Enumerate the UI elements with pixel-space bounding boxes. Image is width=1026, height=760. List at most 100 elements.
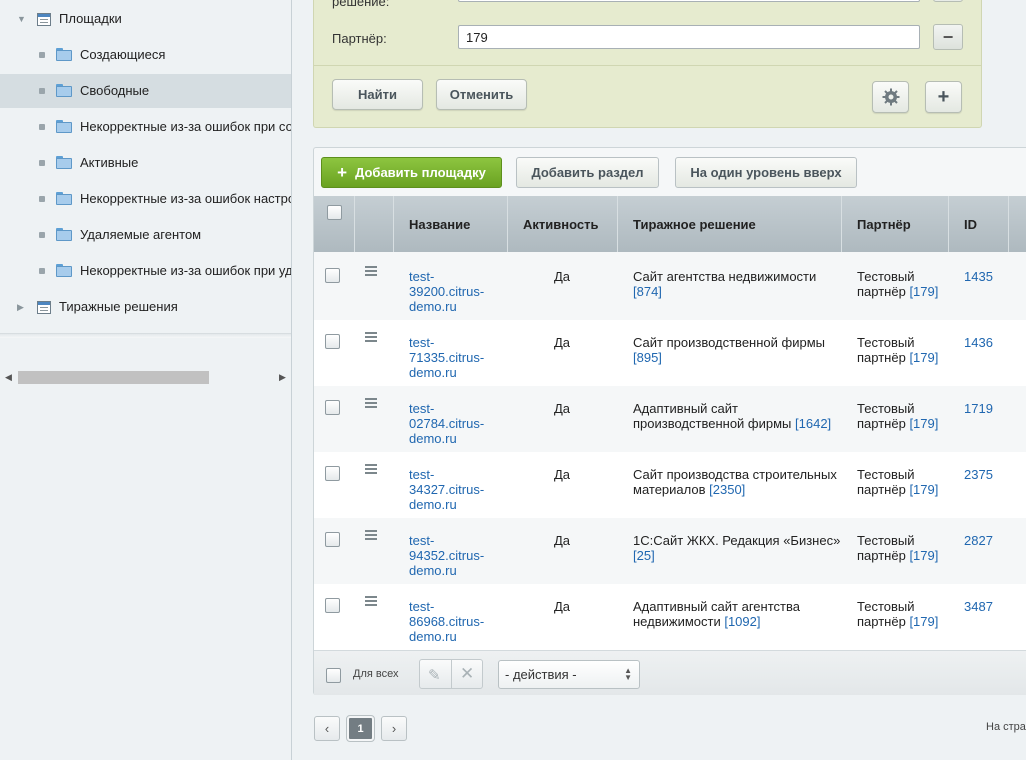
row-menu-icon[interactable] xyxy=(365,266,377,278)
grid-footer: Для всех ✎ ✕ - действия - ▲ ▼ xyxy=(314,650,1026,695)
sidebar-item[interactable]: Удаляемые агентом xyxy=(0,218,291,252)
folder-icon xyxy=(56,48,72,61)
table-row[interactable]: test-94352.citrus-demo.ru Да 1С:Сайт ЖКХ. … xyxy=(314,518,1026,584)
partner-id-link[interactable]: [179] xyxy=(909,350,938,365)
site-name-link[interactable]: test-71335.citrus-demo.ru xyxy=(409,335,499,380)
current-page-button[interactable]: 1 xyxy=(346,715,375,742)
actions-select[interactable]: - действия - ▲ ▼ xyxy=(498,660,640,689)
solution-id-link[interactable]: [895] xyxy=(633,350,662,365)
next-page-button[interactable]: › xyxy=(381,716,407,741)
table-row[interactable]: test-02784.citrus-demo.ru Да Адаптивный са… xyxy=(314,386,1026,452)
scrollbar-thumb[interactable] xyxy=(18,371,209,384)
row-menu-icon[interactable] xyxy=(365,464,377,476)
select-all-checkbox[interactable] xyxy=(326,205,342,220)
chevron-down-icon[interactable]: ▼ xyxy=(17,14,26,24)
partner-cell: Тестовый партнёр [179] xyxy=(857,467,952,497)
select-all-footer-checkbox[interactable] xyxy=(326,668,341,683)
solution-id-link[interactable]: [25] xyxy=(633,548,655,563)
site-name-link[interactable]: test-94352.citrus-demo.ru xyxy=(409,533,499,578)
sidebar-item[interactable]: Активные xyxy=(0,146,291,180)
site-name-link[interactable]: test-86968.citrus-demo.ru xyxy=(409,599,499,644)
filter-settings-button[interactable] xyxy=(872,81,909,113)
solution-id-link[interactable]: [1092] xyxy=(724,614,760,629)
row-checkbox[interactable] xyxy=(325,334,340,349)
solution-id-link[interactable]: [2350] xyxy=(709,482,745,497)
pencil-icon[interactable]: ✎ xyxy=(428,666,441,684)
level-up-button[interactable]: На один уровень вверх xyxy=(675,157,857,188)
id-link[interactable]: 1435 xyxy=(964,269,993,284)
partner-id-link[interactable]: [179] xyxy=(909,614,938,629)
id-link[interactable]: 2827 xyxy=(964,533,993,548)
id-link[interactable]: 3487 xyxy=(964,599,993,614)
plus-icon: + xyxy=(937,85,950,108)
active-cell: Да xyxy=(553,533,571,548)
row-menu-icon[interactable] xyxy=(365,398,377,410)
filter-panel: решение: Партнёр: 179 − Найти Отменить + xyxy=(313,0,982,128)
site-name-link[interactable]: test-39200.citrus-demo.ru xyxy=(409,269,499,314)
row-checkbox[interactable] xyxy=(325,400,340,415)
id-link[interactable]: 1436 xyxy=(964,335,993,350)
bullet-icon xyxy=(39,268,45,274)
partner-name: Тестовый партнёр xyxy=(857,467,915,497)
add-filter-button[interactable]: + xyxy=(925,81,962,113)
solution-cell: Адаптивный сайт производственной фирмы [… xyxy=(633,401,845,431)
id-link[interactable]: 1719 xyxy=(964,401,993,416)
partner-cell: Тестовый партнёр [179] xyxy=(857,401,952,431)
site-name-link[interactable]: test-02784.citrus-demo.ru xyxy=(409,401,499,446)
folder-icon xyxy=(56,156,72,169)
partner-id-link[interactable]: [179] xyxy=(909,416,938,431)
solution-name: Сайт производственной фирмы xyxy=(633,335,825,350)
column-header-name[interactable]: Название xyxy=(394,196,508,252)
partner-id-link[interactable]: [179] xyxy=(909,548,938,563)
table-row[interactable]: test-71335.citrus-demo.ru Да Сайт производ… xyxy=(314,320,1026,386)
sidebar-item[interactable]: Некорректные из-за ошибок настро xyxy=(0,182,291,216)
solution-id-link[interactable]: [874] xyxy=(633,284,662,299)
sidebar-item[interactable]: ▶ Тиражные решения xyxy=(0,290,291,324)
partner-id-link[interactable]: [179] xyxy=(909,284,938,299)
table-row[interactable]: test-34327.citrus-demo.ru Да Сайт производ… xyxy=(314,452,1026,518)
close-icon[interactable]: ✕ xyxy=(460,664,474,684)
prev-page-button[interactable]: ‹ xyxy=(314,716,340,741)
id-link[interactable]: 2375 xyxy=(964,467,993,482)
remove-partner-filter-button[interactable]: − xyxy=(933,24,963,50)
row-menu-icon[interactable] xyxy=(365,530,377,542)
partner-input[interactable]: 179 xyxy=(458,25,920,49)
column-header-active[interactable]: Активность xyxy=(508,196,618,252)
sidebar-item[interactable]: Некорректные из-за ошибок при со xyxy=(0,110,291,144)
chevron-right-icon[interactable]: ▶ xyxy=(17,302,24,313)
solution-cell: Сайт агентства недвижимости [874] xyxy=(633,269,845,299)
add-section-button[interactable]: Добавить раздел xyxy=(516,157,659,188)
scroll-right-icon[interactable]: ▶ xyxy=(279,372,286,383)
folder-icon xyxy=(56,228,72,241)
row-checkbox[interactable] xyxy=(325,598,340,613)
sidebar-item-label: Удаляемые агентом xyxy=(80,227,202,242)
column-header-solution[interactable]: Тиражное решение xyxy=(618,196,842,252)
solution-cell: 1С:Сайт ЖКХ. Редакция «Бизнес» [25] xyxy=(633,533,845,563)
solution-cell: Сайт производственной фирмы [895] xyxy=(633,335,845,365)
active-cell: Да xyxy=(553,335,571,350)
scroll-left-icon[interactable]: ◀ xyxy=(5,372,12,383)
solution-id-link[interactable]: [1642] xyxy=(795,416,831,431)
bullet-icon xyxy=(39,52,45,58)
row-menu-icon[interactable] xyxy=(365,332,377,344)
cancel-button[interactable]: Отменить xyxy=(436,79,527,110)
sidebar-item[interactable]: Некорректные из-за ошибок при уд xyxy=(0,254,291,288)
row-checkbox[interactable] xyxy=(325,268,340,283)
column-header-partner[interactable]: Партнёр xyxy=(842,196,949,252)
row-checkbox[interactable] xyxy=(325,466,340,481)
sidebar-item[interactable]: Создающиеся xyxy=(0,38,291,72)
filter-solution-remove-button[interactable] xyxy=(933,0,963,2)
table-row[interactable]: test-39200.citrus-demo.ru Да Сайт агентств… xyxy=(314,254,1026,320)
row-checkbox[interactable] xyxy=(325,532,340,547)
sidebar-item[interactable]: Свободные xyxy=(0,74,291,108)
horizontal-scrollbar[interactable]: ◀ ▶ xyxy=(3,370,288,385)
column-header-id[interactable]: ID xyxy=(949,196,1009,252)
find-button[interactable]: Найти xyxy=(332,79,423,110)
row-menu-icon[interactable] xyxy=(365,596,377,608)
sidebar-item[interactable]: ▼ Площадки xyxy=(0,2,291,36)
table-row[interactable]: test-86968.citrus-demo.ru Да Адаптивный са… xyxy=(314,584,1026,650)
site-name-link[interactable]: test-34327.citrus-demo.ru xyxy=(409,467,499,512)
add-site-button[interactable]: + Добавить площадку xyxy=(321,157,502,188)
partner-id-link[interactable]: [179] xyxy=(909,482,938,497)
filter-solution-input[interactable] xyxy=(458,0,920,2)
